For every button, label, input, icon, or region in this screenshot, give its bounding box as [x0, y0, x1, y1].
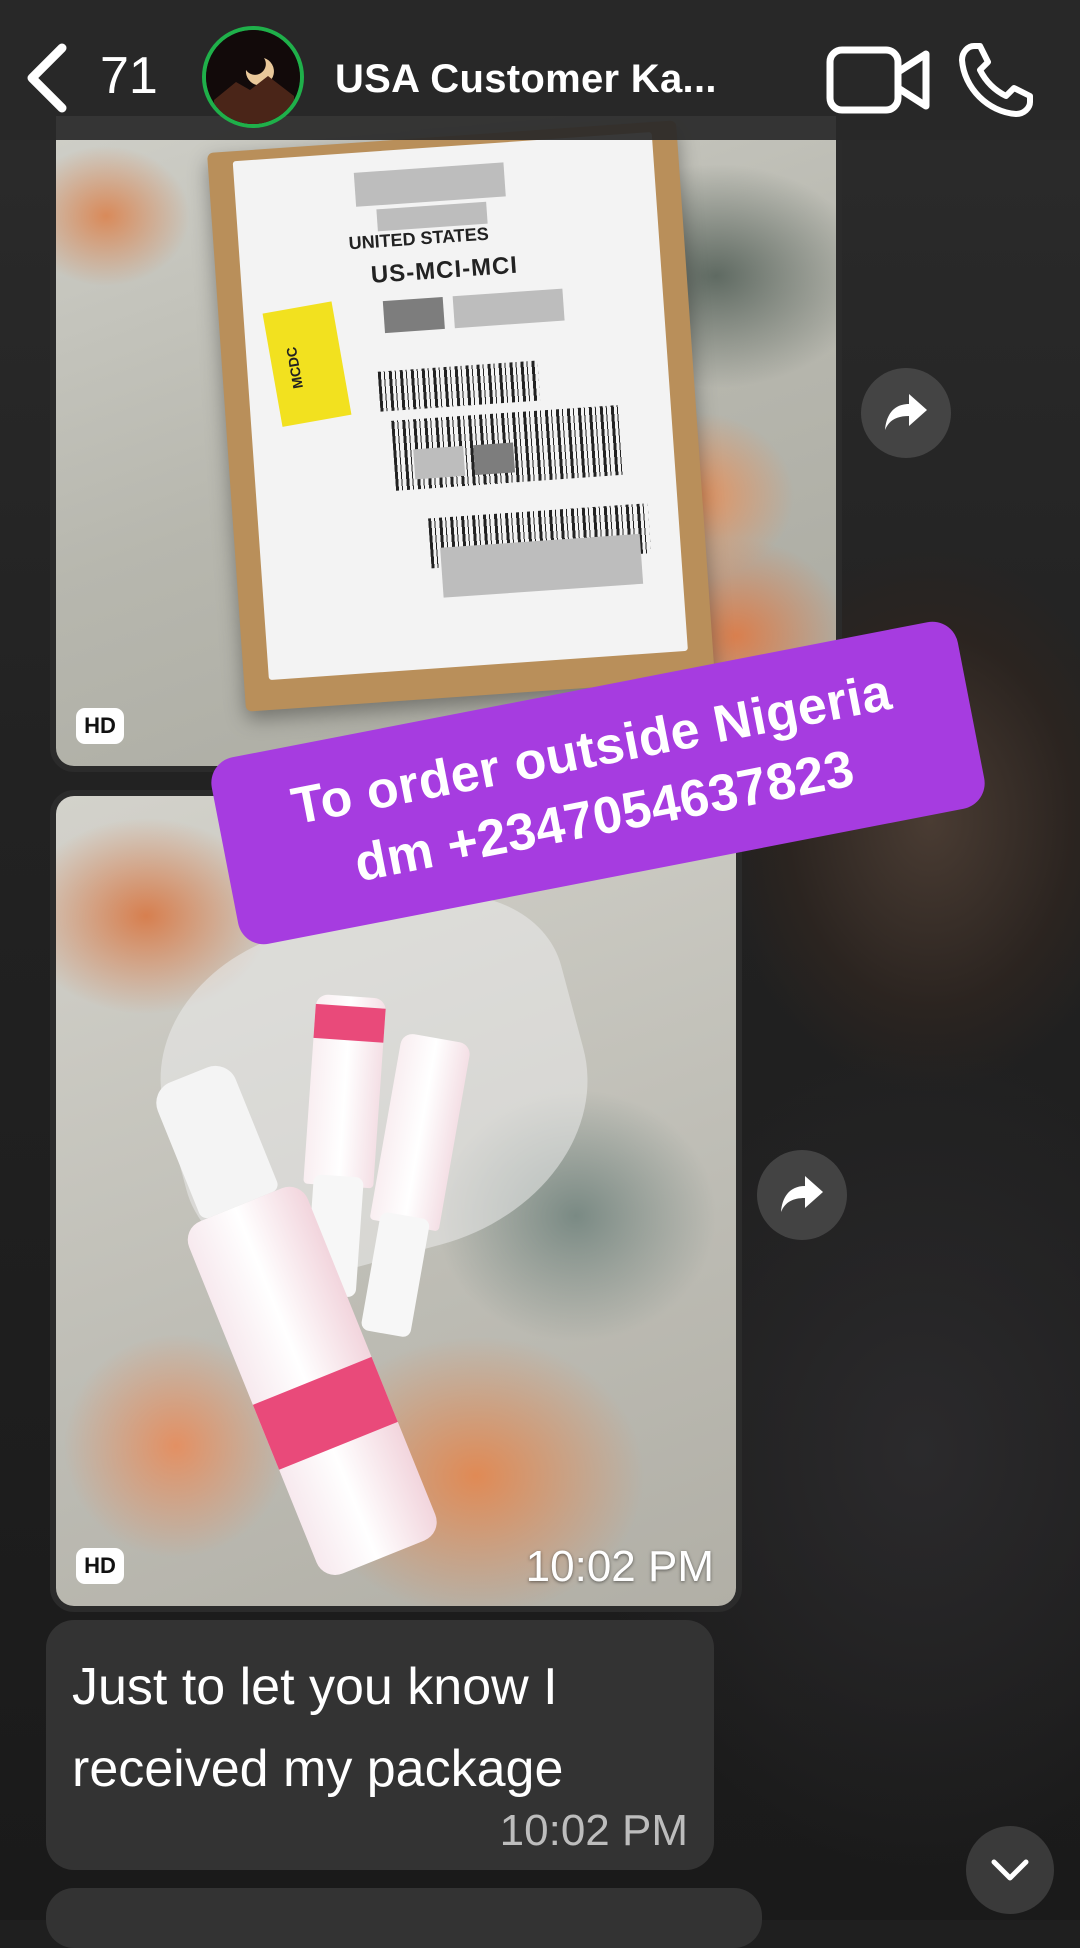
text-message[interactable]: Just to let you know I received my packa…: [46, 1620, 714, 1870]
package-box: UNITED STATES US-MCI-MCI MCDC: [207, 120, 715, 712]
message-time: 10:02 PM: [525, 1542, 714, 1591]
hd-badge: HD: [76, 708, 124, 744]
label-sticker: MCDC: [262, 301, 352, 427]
avatar-image: [206, 30, 300, 124]
label-route: US-MCI-MCI: [370, 251, 519, 289]
video-call-icon[interactable]: [826, 44, 932, 116]
message-time: 10:02 PM: [499, 1806, 688, 1855]
chat-header: 71 USA Customer Ka...: [0, 0, 1080, 140]
unread-count[interactable]: 71: [100, 46, 158, 106]
hd-badge: HD: [76, 1548, 124, 1584]
forward-button[interactable]: [757, 1150, 847, 1240]
forward-button[interactable]: [861, 368, 951, 458]
forward-arrow-icon: [781, 1176, 823, 1212]
forward-arrow-icon: [885, 394, 927, 430]
phone-call-icon[interactable]: [956, 40, 1036, 120]
next-message-peek[interactable]: [46, 1888, 762, 1948]
contact-name[interactable]: USA Customer Ka...: [335, 57, 717, 102]
chevron-down-icon: [991, 1859, 1029, 1881]
shipping-label: UNITED STATES US-MCI-MCI MCDC: [232, 132, 688, 681]
back-chevron-icon[interactable]: [22, 42, 72, 114]
scroll-to-bottom-button[interactable]: [966, 1826, 1054, 1914]
message-text: Just to let you know I received my packa…: [72, 1658, 564, 1798]
avatar[interactable]: [202, 26, 304, 128]
label-country: UNITED STATES: [347, 223, 490, 254]
